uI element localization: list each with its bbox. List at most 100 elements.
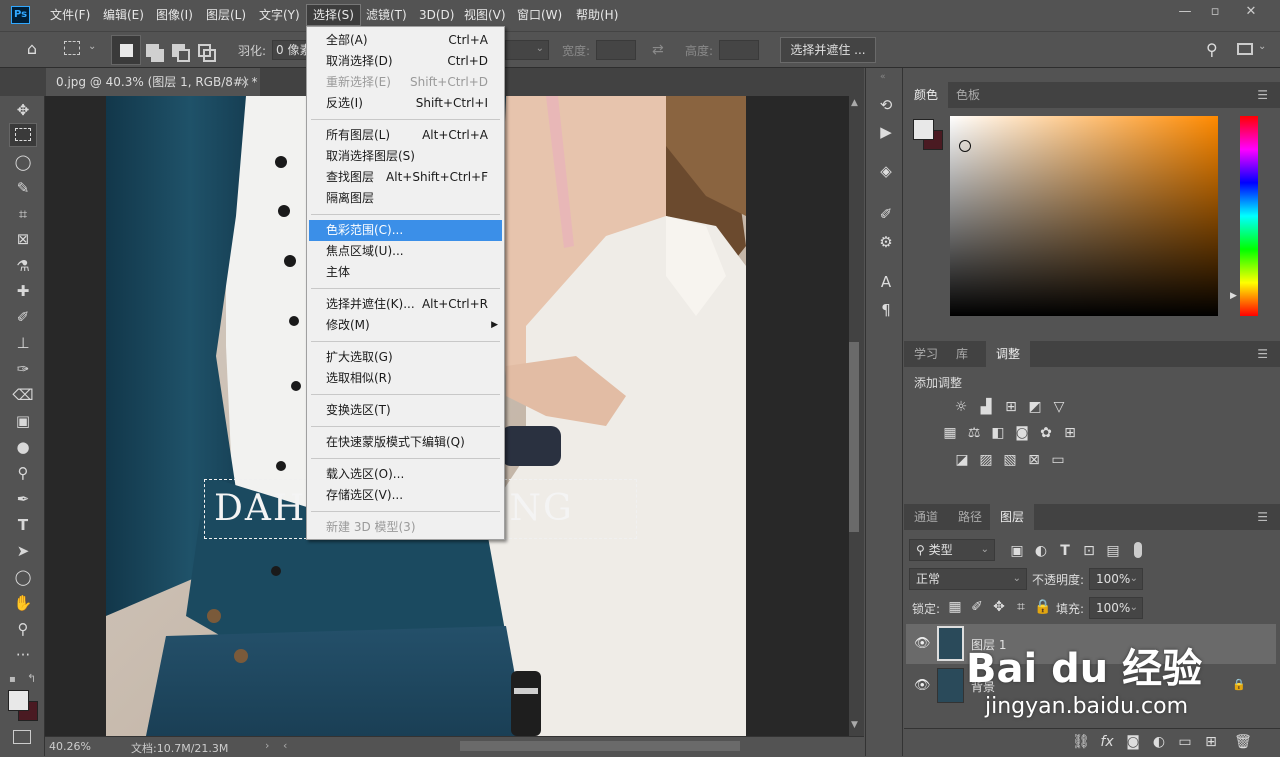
menu-file[interactable]: 文件(F) — [44, 0, 96, 31]
document-tab[interactable]: 0.jpg @ 40.3% (图层 1, RGB/8#) * × — [46, 68, 260, 96]
visibility-eye-icon[interactable]: 👁 — [914, 636, 931, 651]
crop-tool-icon[interactable]: ⌗ — [10, 203, 36, 225]
character-icon[interactable]: A — [875, 271, 897, 293]
scroll-down-icon[interactable]: ▼ — [851, 720, 858, 730]
scroll-up-icon[interactable]: ▲ — [851, 98, 858, 108]
feather-input[interactable]: 0 像素 — [272, 40, 308, 60]
tab-adjustments[interactable]: 调整 — [986, 341, 1031, 367]
black-white-icon[interactable]: ◧ — [989, 425, 1007, 441]
select-menu-item[interactable]: 修改(M) ▶ — [309, 315, 502, 336]
menu-image[interactable]: 图像(I) — [150, 0, 199, 31]
select-menu-item[interactable]: 存储选区(V)... — [309, 485, 502, 506]
frame-tool-icon[interactable]: ⊠ — [10, 228, 36, 250]
menu-edit[interactable]: 编辑(E) — [97, 0, 150, 31]
quick-mask-icon[interactable] — [13, 730, 31, 744]
close-tab-icon[interactable]: × — [240, 68, 250, 96]
search-icon[interactable]: ⚲ — [1206, 40, 1218, 59]
tab-channels[interactable]: 通道 — [904, 504, 948, 530]
delete-layer-icon[interactable]: 🗑 — [1234, 734, 1252, 750]
quick-select-tool-icon[interactable]: ✎ — [10, 177, 36, 199]
3d-icon[interactable]: ◈ — [875, 160, 897, 182]
home-icon[interactable]: ⌂ — [22, 39, 42, 59]
posterize-icon[interactable]: ▨ — [977, 452, 995, 468]
link-layers-icon[interactable]: ⛓ — [1072, 734, 1090, 750]
hue-slider-handle[interactable]: ▶ — [1230, 291, 1237, 301]
foreground-color-swatch[interactable] — [8, 690, 29, 711]
tab-paths[interactable]: 路径 — [948, 504, 992, 530]
menu-layer[interactable]: 图层(L) — [200, 0, 252, 31]
tab-swatches[interactable]: 色板 — [946, 82, 990, 108]
select-menu-item[interactable]: 选择并遮住(K)... Alt+Ctrl+R — [309, 294, 502, 315]
invert-icon[interactable]: ◪ — [953, 452, 971, 468]
dodge-tool-icon[interactable]: ⚲ — [10, 462, 36, 484]
vibrance-icon[interactable]: ▽ — [1050, 399, 1068, 415]
select-menu-item[interactable]: 取消选择(D) Ctrl+D — [309, 51, 502, 72]
chevron-down-icon[interactable]: ⌄ — [88, 41, 96, 52]
brush-tool-icon[interactable]: ✐ — [10, 306, 36, 328]
select-menu-item[interactable]: 所有图层(L) Alt+Ctrl+A — [309, 125, 502, 146]
more-tools-icon[interactable]: ··· — [10, 644, 36, 666]
filter-pixel-icon[interactable]: ▣ — [1008, 543, 1026, 559]
chevron-down-icon[interactable]: ⌄ — [1258, 41, 1266, 52]
lock-artboard-icon[interactable]: ⌗ — [1012, 599, 1030, 615]
adjustment-layer-icon[interactable]: ◐ — [1150, 734, 1168, 750]
visibility-eye-icon[interactable]: 👁 — [914, 678, 931, 693]
tab-libraries[interactable]: 库 — [946, 341, 978, 367]
color-balance-icon[interactable]: ⚖ — [965, 425, 983, 441]
height-input[interactable] — [719, 40, 759, 60]
type-tool-icon[interactable]: T — [10, 514, 36, 536]
select-menu-item[interactable]: 变换选区(T) — [309, 400, 502, 421]
select-menu-item[interactable]: 色彩范围(C)... — [309, 220, 502, 241]
lock-position-icon[interactable]: ✥ — [990, 599, 1008, 615]
close-button[interactable]: ✕ — [1236, 0, 1266, 24]
select-menu-item[interactable]: 在快速蒙版模式下编辑(Q) — [309, 432, 502, 453]
path-selection-tool-icon[interactable]: ➤ — [10, 540, 36, 562]
brightness-icon[interactable]: ☼ — [952, 399, 970, 415]
workspace-icon[interactable] — [1237, 43, 1253, 55]
filter-shape-icon[interactable]: ⊡ — [1080, 543, 1098, 559]
properties-icon[interactable]: ⚙ — [875, 231, 897, 253]
panel-menu-icon[interactable]: ☰ — [1257, 88, 1268, 102]
pen-tool-icon[interactable]: ✒ — [10, 488, 36, 510]
default-colors-icon[interactable]: ▪ — [9, 674, 16, 685]
menu-select[interactable]: 选择(S) — [306, 4, 361, 26]
select-menu-item[interactable]: 取消选择图层(S) — [309, 146, 502, 167]
layer-filter-dropdown[interactable]: ⚲ 类型 ⌄ — [909, 539, 995, 561]
zoom-level[interactable]: 40.26% — [49, 740, 91, 753]
scroll-left-icon[interactable]: ‹ — [283, 739, 287, 752]
brush-settings-icon[interactable]: ✐ — [875, 203, 897, 225]
lock-pixels-icon[interactable]: ✐ — [968, 599, 986, 615]
panel-menu-icon[interactable]: ☰ — [1257, 347, 1268, 361]
ellipse-tool-icon[interactable]: ◯ — [10, 566, 36, 588]
panel-menu-icon[interactable]: ☰ — [1257, 510, 1268, 524]
history-brush-tool-icon[interactable]: ✑ — [10, 358, 36, 380]
select-menu-item[interactable]: 隔离图层 — [309, 188, 502, 209]
menu-type[interactable]: 文字(Y) — [253, 0, 306, 31]
swap-colors-icon[interactable]: ↰ — [27, 672, 36, 685]
exposure-icon[interactable]: ◩ — [1026, 399, 1044, 415]
eraser-tool-icon[interactable]: ⌫ — [10, 384, 36, 406]
healing-brush-tool-icon[interactable]: ✚ — [10, 280, 36, 302]
gradient-map-icon[interactable]: ▭ — [1049, 452, 1067, 468]
fill-input[interactable]: 100% ⌄ — [1089, 597, 1143, 619]
levels-icon[interactable]: ▟ — [977, 399, 995, 415]
select-menu-item[interactable]: 主体 — [309, 262, 502, 283]
swap-icon[interactable]: ⇄ — [652, 42, 664, 58]
zoom-tool-icon[interactable]: ⚲ — [10, 618, 36, 640]
channel-mixer-icon[interactable]: ✿ — [1037, 425, 1055, 441]
color-field[interactable] — [950, 116, 1218, 316]
select-menu-item[interactable]: 全部(A) Ctrl+A — [309, 30, 502, 51]
selective-color-icon[interactable]: ⊠ — [1025, 452, 1043, 468]
eyedropper-tool-icon[interactable]: ⚗ — [10, 255, 36, 277]
clone-stamp-tool-icon[interactable]: ⊥ — [10, 332, 36, 354]
filter-smart-object-icon[interactable]: ▤ — [1104, 543, 1122, 559]
filter-adjustment-icon[interactable]: ◐ — [1032, 543, 1050, 559]
filter-type-icon[interactable]: T — [1056, 543, 1074, 559]
lasso-tool-icon[interactable]: ◯ — [10, 151, 36, 173]
lock-all-icon[interactable]: 🔒 — [1034, 599, 1052, 615]
select-menu-item[interactable]: 选取相似(R) — [309, 368, 502, 389]
curves-icon[interactable]: ⊞ — [1002, 399, 1020, 415]
paragraph-icon[interactable]: ¶ — [875, 299, 897, 321]
blend-mode-dropdown[interactable]: 正常 ⌄ — [909, 568, 1027, 590]
history-icon[interactable]: ⟲ — [875, 94, 897, 116]
